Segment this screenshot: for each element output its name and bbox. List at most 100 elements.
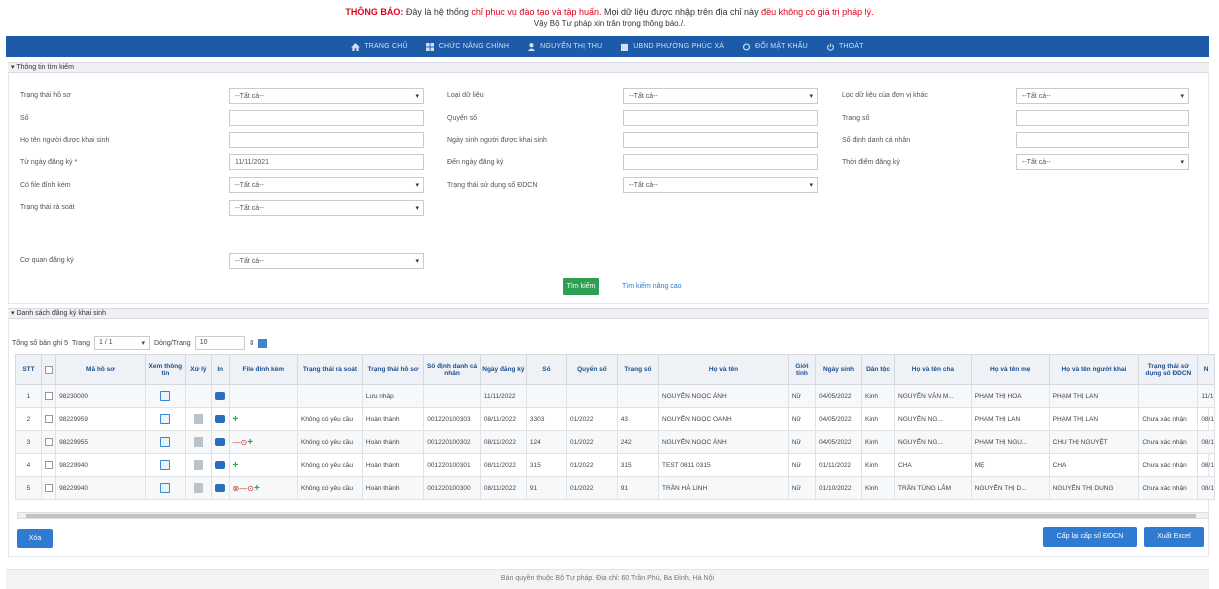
input-so-dinh-danh[interactable] [1016, 132, 1189, 148]
cell-view[interactable] [144, 476, 186, 500]
cell-tt-sd: Chưa xác nhận [1138, 407, 1199, 431]
delete-button[interactable]: Xóa [17, 529, 53, 548]
info-icon[interactable] [160, 414, 171, 424]
export-excel-button[interactable]: Xuất Excel [1144, 527, 1204, 547]
advanced-search-link[interactable]: Tìm kiếm nâng cao [622, 283, 682, 290]
cell-view[interactable] [144, 453, 186, 477]
cell-print[interactable] [210, 476, 230, 500]
cell-edit[interactable] [184, 476, 212, 500]
print-icon[interactable] [215, 461, 226, 469]
cell-select[interactable] [40, 453, 57, 477]
table-row[interactable]: 3 98229955 —⊙+ Không có yêu cầu Hoàn thà… [15, 430, 1215, 454]
cell-edit[interactable] [184, 407, 212, 431]
select-thoi-diem[interactable]: --Tất cả-- [1016, 154, 1189, 170]
table-row[interactable]: 4 98229940 + Không có yêu cầu Hoàn thành… [15, 453, 1215, 477]
edit-icon[interactable] [193, 414, 203, 424]
horizontal-scrollbar[interactable] [17, 512, 1209, 519]
select-loc-du-lieu[interactable]: --Tất cả-- [1016, 88, 1189, 104]
cell-trang-thai[interactable]: Lưu nháp [361, 384, 425, 408]
view-icon[interactable] [160, 391, 171, 401]
table-row[interactable]: 1 98230000 Lưu nháp 11/11/2022 NGUYỄN NG… [15, 384, 1215, 408]
input-tu-ngay[interactable]: 11/11/2021 [229, 154, 424, 170]
cell-ho-ten: NGUYỄN NGỌC OANH [658, 407, 789, 431]
print-icon[interactable] [215, 484, 226, 492]
print-icon[interactable] [215, 415, 226, 423]
nav-home[interactable]: TRANG CHỦ [351, 42, 408, 51]
cell-view[interactable] [144, 430, 186, 454]
info-icon[interactable] [160, 460, 171, 470]
cell-edit[interactable] [184, 430, 212, 454]
info-icon[interactable] [160, 437, 171, 447]
cell-view[interactable] [144, 407, 186, 431]
cell-file[interactable]: + [228, 407, 298, 431]
input-so[interactable] [229, 110, 424, 126]
select-co-file[interactable]: --Tất cả-- [229, 177, 424, 193]
input-ngay-sinh[interactable] [623, 132, 818, 148]
cell-print[interactable] [210, 430, 230, 454]
add-file-icon[interactable]: + [247, 437, 253, 448]
search-button[interactable]: Tìm kiếm [563, 278, 599, 295]
info-icon[interactable] [160, 483, 171, 493]
print-icon[interactable] [215, 392, 226, 400]
cell-print[interactable] [210, 453, 230, 477]
add-file-icon[interactable]: + [233, 460, 239, 471]
stepper-icon[interactable]: ⇕ [249, 339, 255, 347]
nav-logout[interactable]: THOÁT [826, 42, 864, 51]
select-co-quan[interactable]: --Tất cả-- [229, 253, 424, 269]
cell-print[interactable] [210, 407, 230, 431]
print-icon[interactable] [215, 438, 226, 446]
add-file-icon[interactable]: + [254, 483, 260, 494]
select-trang-thai-ho-so[interactable]: --Tất cả-- [229, 88, 424, 104]
cell-ngay-dk: 08/11/2022 [479, 430, 527, 454]
scrollbar-thumb[interactable] [26, 514, 1196, 518]
edit-icon[interactable] [193, 437, 203, 447]
cell-trang-thai[interactable]: Hoàn thành [361, 476, 425, 500]
cell-select[interactable] [40, 384, 57, 408]
cell-trang-thai[interactable]: Hoàn thành [361, 430, 425, 454]
select-all-checkbox[interactable] [44, 365, 53, 374]
row-checkbox[interactable] [44, 438, 53, 446]
cell-file[interactable]: ⊗—⊙+ [228, 476, 298, 500]
cell-file[interactable]: —⊙+ [228, 430, 298, 454]
edit-icon[interactable] [193, 483, 203, 493]
reissue-id-button[interactable]: Cấp lại cấp số ĐDCN [1043, 527, 1137, 547]
row-checkbox[interactable] [44, 415, 53, 423]
cell-select[interactable] [40, 476, 57, 500]
table-row[interactable]: 2 98229959 + Không có yêu cầu Hoàn thành… [15, 407, 1215, 431]
apply-icon[interactable] [257, 338, 267, 348]
cell-file[interactable]: + [228, 453, 298, 477]
cell-select[interactable] [40, 430, 57, 454]
cell-edit[interactable] [184, 453, 212, 477]
per-page-input[interactable]: 10 [194, 336, 245, 350]
add-file-icon[interactable]: + [233, 414, 239, 425]
input-den-ngay[interactable] [623, 154, 818, 170]
cell-view[interactable] [144, 384, 186, 408]
table-row[interactable]: 5 98229940 ⊗—⊙+ Không có yêu cầu Hoàn th… [15, 476, 1215, 500]
input-trang-so[interactable] [1016, 110, 1189, 126]
attachment-icon[interactable]: ⊗—⊙ [233, 484, 254, 493]
row-checkbox[interactable] [44, 392, 53, 400]
page-select[interactable]: 1 / 1 ▾ [93, 336, 150, 350]
select-trang-thai-ra-soat[interactable]: --Tất cả-- [229, 200, 424, 216]
edit-icon[interactable] [193, 460, 203, 470]
nav-main-functions[interactable]: CHỨC NĂNG CHÍNH [425, 42, 509, 51]
cell-select[interactable] [40, 407, 57, 431]
cell-ngay-sinh: 04/05/2022 [814, 384, 863, 408]
row-checkbox[interactable] [44, 484, 53, 492]
col-gioi-tinh: Giới tính [787, 354, 817, 385]
col-in: In [210, 354, 230, 385]
row-checkbox[interactable] [44, 461, 53, 469]
col-select-all[interactable] [40, 354, 57, 385]
cell-trang-thai[interactable]: Hoàn thành [361, 453, 425, 477]
nav-change-password[interactable]: ĐỔI MẬT KHẨU [742, 42, 808, 51]
nav-user[interactable]: NGUYỄN THỊ THU [527, 42, 602, 51]
nav-unit[interactable]: UBND PHƯỜNG PHÚC XÁ [620, 43, 724, 51]
select-trang-thai-sd[interactable]: --Tất cả-- [623, 177, 818, 193]
attachment-icon[interactable]: —⊙ [233, 438, 248, 447]
cell-trang-thai[interactable]: Hoàn thành [361, 407, 425, 431]
input-quyen-so[interactable] [623, 110, 818, 126]
cell-print[interactable] [210, 384, 230, 408]
select-loai-du-lieu[interactable]: --Tất cả-- [623, 88, 818, 104]
cell-dinh-danh [423, 384, 481, 408]
input-ho-ten[interactable] [229, 132, 424, 148]
